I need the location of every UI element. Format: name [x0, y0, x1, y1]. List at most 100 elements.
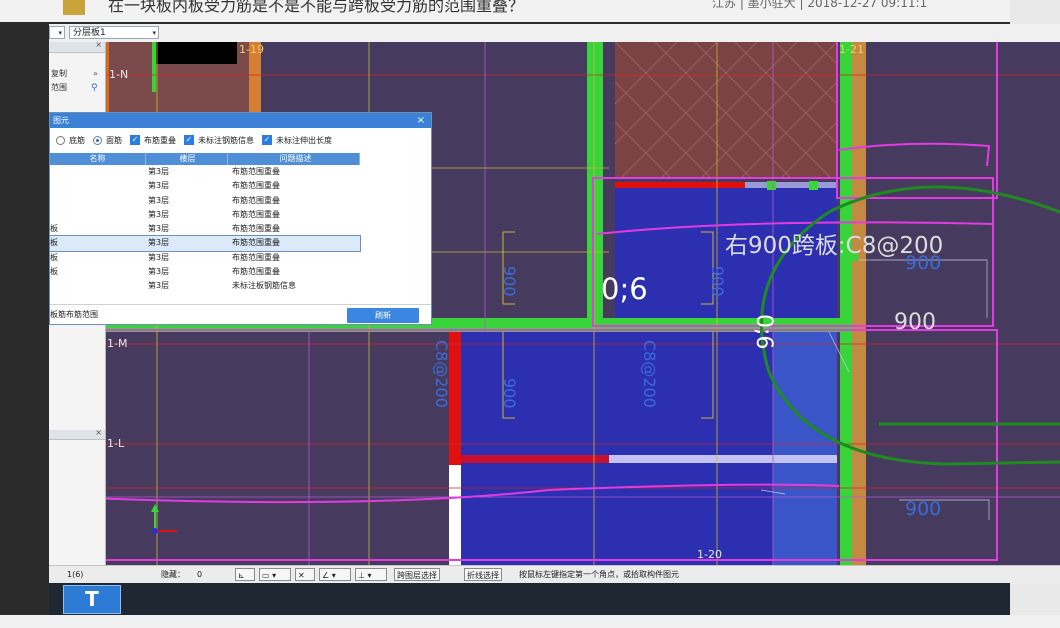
grip-1[interactable] [767, 181, 776, 190]
cell-desc: 布筋范围重叠 [232, 224, 280, 234]
page-title: 在一块板内板受力筋是不是不能与跨板受力筋的范围重叠？ [108, 0, 525, 15]
chevron-right-icon[interactable]: » [93, 69, 98, 78]
dialog-title: 图元 [53, 116, 69, 125]
bar-lilac [609, 455, 837, 463]
floor-combo[interactable]: 分层板1 ▾ [69, 26, 159, 39]
offset-dropdown[interactable]: ⊥ ▾ [355, 568, 387, 581]
cell-desc: 布筋范围重叠 [232, 252, 280, 262]
search-icon[interactable]: ⚲ [91, 83, 98, 93]
status-hint: 按鼠标左键指定第一个角点，或拾取构件图元 [519, 570, 679, 579]
angle-dropdown[interactable]: ∠ ▾ [319, 568, 351, 581]
polyline-select-button[interactable]: 折线选择 [464, 568, 502, 581]
cell-desc: 布筋范围重叠 [232, 238, 280, 248]
table-row[interactable]: 第3层 布筋范围重叠 [50, 194, 360, 208]
beam-vertical-2 [840, 42, 854, 565]
annotation-06-vertical: 0;6 [751, 314, 776, 350]
table-row[interactable]: 第3层 未标注板钢筋信息 [50, 279, 360, 293]
chevron-down-icon: ▾ [152, 29, 156, 37]
beam-vertical-3 [852, 42, 866, 565]
bar-red-top [615, 182, 745, 188]
cell-floor: 第3层 [148, 209, 170, 219]
table-row-selected[interactable]: 板 第3层 布筋范围重叠 [49, 235, 361, 252]
dimension-900: 900 [894, 310, 936, 335]
refresh-button[interactable]: 刷新 [347, 308, 419, 323]
checkbox-overlap[interactable]: ✓ [130, 135, 140, 145]
dimension-900-blue-lower: 900 [905, 498, 942, 520]
radio-bottom-bar[interactable] [56, 135, 65, 145]
dimension-900-blue: 900 [905, 252, 942, 274]
checkbox-no-info[interactable]: ✓ [184, 135, 194, 145]
cell-desc: 布筋范围重叠 [232, 267, 280, 277]
vertical-label-900-a: 900 [500, 266, 519, 297]
cell-name [50, 179, 146, 193]
checkbox-no-length[interactable]: ✓ [262, 135, 272, 145]
cell-name: 板 [50, 252, 58, 262]
cell-floor: 第3层 [148, 224, 170, 234]
bottom-page-strip [0, 615, 1060, 628]
cell-desc: 布筋范围重叠 [232, 167, 280, 176]
layer-count: 1(6) [67, 570, 84, 579]
option-label: 布筋重叠 [144, 135, 176, 145]
chevron-down-icon: ▾ [58, 29, 62, 37]
bar-blue-top [745, 182, 837, 188]
side-panel-header: × [49, 40, 105, 53]
cell-name [50, 165, 146, 179]
option-label: 未标注钢筋信息 [198, 135, 254, 145]
close-icon[interactable]: × [95, 40, 102, 49]
cell-name [50, 279, 146, 293]
cell-name: 板 [50, 238, 58, 248]
results-table: 名称 楼层 问题描述 第3层 布筋范围重叠 第3层 布筋范围重叠 第3层 布筋范… [49, 153, 361, 294]
table-header: 名称 楼层 问题描述 [50, 153, 360, 165]
vertical-label-c8-b: C8@200 [640, 340, 659, 408]
cell-name [50, 208, 146, 222]
table-row[interactable]: 第3层 布筋范围重叠 [50, 179, 360, 193]
cell-desc: 布筋范围重叠 [232, 209, 280, 219]
column-header-floor[interactable]: 楼层 [146, 153, 228, 165]
table-row[interactable]: 第3层 布筋范围重叠 [50, 208, 360, 222]
cell-floor: 第3层 [148, 252, 170, 262]
vertical-label-c8-a: C8@200 [432, 340, 451, 408]
table-row[interactable]: 第3层 布筋范围重叠 [50, 165, 360, 179]
column-header-name[interactable]: 名称 [50, 153, 146, 165]
cell-floor: 第3层 [148, 267, 170, 277]
axis-label-1l: 1-L [107, 437, 125, 450]
cell-name: 板 [50, 267, 58, 277]
column-header-desc[interactable]: 问题描述 [228, 153, 360, 165]
vertical-label-900-c: 900 [500, 378, 519, 409]
cross-layer-select-button[interactable]: 跨图层选择 [394, 568, 440, 581]
axis-label-1-19: 1-19 [239, 43, 264, 56]
grip-2[interactable] [809, 181, 818, 190]
cell-desc: 布筋范围重叠 [232, 195, 280, 205]
cell-desc: 未标注板钢筋信息 [232, 281, 296, 291]
cell-desc: 布筋范围重叠 [232, 181, 280, 191]
check-results-dialog: 图元 × 底筋 面筋 ✓ 布筋重叠 ✓ 未标注钢筋信息 ✓ 未标注伸出长度 名称… [49, 112, 432, 325]
layer-combo[interactable]: ▾ [49, 26, 65, 39]
axis-label-1m: 1-M [107, 337, 128, 350]
post-meta: 江苏 | 墨小驻大 | 2018-12-27 09:11:1 [712, 0, 928, 10]
option-label: 底筋 [69, 135, 85, 145]
cross-icon[interactable]: ✕ [295, 568, 315, 581]
toolbar: ▾ 分层板1 ▾ [49, 24, 1060, 43]
footer-text: 板筋布筋范围 [50, 310, 98, 319]
lower-panel-header: × [49, 428, 105, 440]
radio-top-bar[interactable] [93, 135, 102, 145]
table-row[interactable]: 板 第3层 布筋范围重叠 [50, 265, 360, 279]
cell-floor: 第3层 [148, 167, 170, 176]
ucs-axis-icon [151, 504, 177, 534]
black-block [153, 42, 237, 64]
app-taskbar-icon[interactable]: T [63, 585, 121, 614]
ortho-icon[interactable]: ⊾ [235, 568, 255, 581]
table-row[interactable]: 板 第3层 布筋范围重叠 [50, 251, 360, 265]
table-row[interactable]: 板 第3层 布筋范围重叠 [50, 222, 360, 236]
close-icon[interactable]: × [417, 113, 425, 128]
cell-name: 板 [50, 224, 58, 234]
floor-combo-value: 分层板1 [73, 28, 106, 38]
snap-dropdown[interactable]: ▭ ▾ [259, 568, 291, 581]
option-label: 未标注伸出长度 [276, 135, 332, 145]
close-icon[interactable]: × [95, 428, 102, 437]
background-page-strip: 在一块板内板受力筋是不是不能与跨板受力筋的范围重叠？ 江苏 | 墨小驻大 | 2… [0, 0, 1060, 22]
cell-floor: 第3层 [148, 238, 170, 248]
status-bar: 1(6) 隐藏： 0 ⊾ ▭ ▾ ✕ ∠ ▾ ⊥ ▾ 跨图层选择 折线选择 按鼠… [49, 565, 1060, 584]
vertical-label-900-b: 900 [708, 266, 727, 297]
beam-white-vertical [449, 465, 461, 565]
